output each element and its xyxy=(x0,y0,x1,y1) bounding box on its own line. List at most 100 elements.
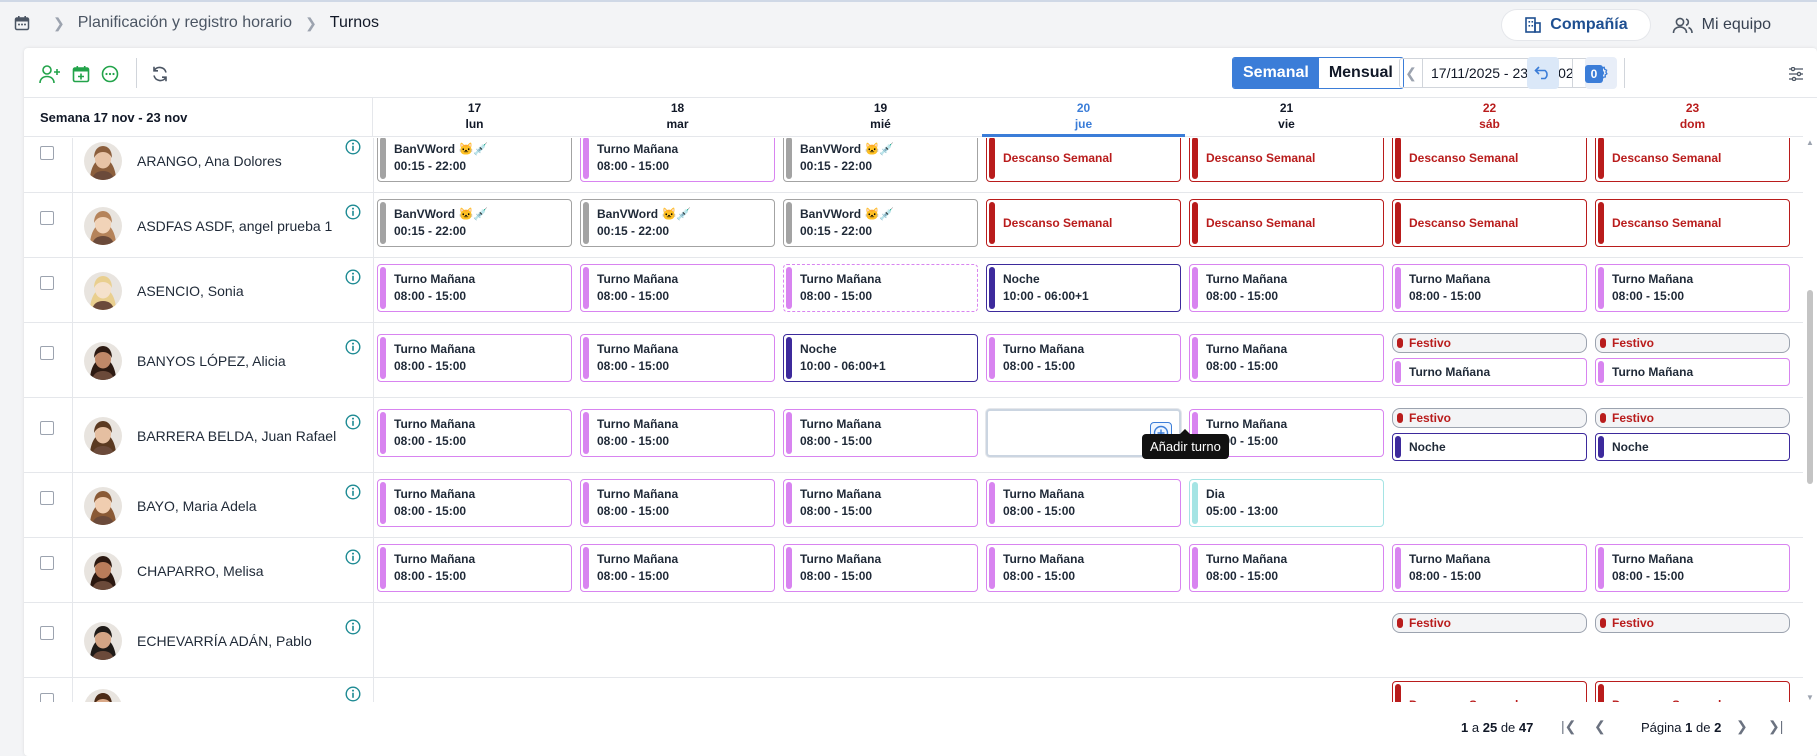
view-monthly-button[interactable]: Mensual xyxy=(1318,58,1403,88)
add-shift-button[interactable] xyxy=(69,62,93,86)
row-checkbox[interactable] xyxy=(40,210,54,225)
shift-manana[interactable]: Turno Mañana 08:00 - 15:00 xyxy=(580,478,775,527)
prev-week-button[interactable]: ❮ xyxy=(1400,59,1422,87)
shift-dia[interactable]: Dia 05:00 - 13:00 xyxy=(1189,478,1384,527)
row-checkbox[interactable] xyxy=(40,490,54,505)
shift-descanso[interactable]: Descanso Semanal xyxy=(1189,138,1384,182)
employee-name[interactable]: ASDFAS ASDF, angel prueba 1 xyxy=(137,218,332,234)
employee-name[interactable]: ENCISO TORRES, Julia xyxy=(137,700,289,702)
shift-banv[interactable]: BanVWord 🐱💉 00:15 - 22:00 xyxy=(377,198,572,247)
shift-festivo[interactable]: Festivo xyxy=(1392,407,1587,428)
employee-name[interactable]: BANYOS LÓPEZ, Alicia xyxy=(137,353,286,369)
shift-festivo[interactable]: Festivo xyxy=(1392,612,1587,633)
scrollbar-thumb[interactable] xyxy=(1807,290,1813,484)
info-icon[interactable] xyxy=(345,268,361,285)
shift-manana[interactable]: Turno Mañana 08:00 - 15:00 xyxy=(580,333,775,382)
shift-manana[interactable]: Turno Mañana 08:00 - 15:00 xyxy=(580,138,775,182)
last-page-button[interactable]: ❯| xyxy=(1768,718,1783,735)
shift-manana[interactable]: Turno Mañana 08:00 - 15:00 xyxy=(377,408,572,457)
day-header-lun[interactable]: 17 lun xyxy=(373,100,576,132)
shift-manana[interactable]: Turno Mañana 08:00 - 15:00 xyxy=(1392,263,1587,312)
shift-descanso[interactable]: Descanso Semanal xyxy=(1392,681,1587,702)
next-page-button[interactable]: ❯ xyxy=(1736,718,1748,735)
shift-festivo[interactable]: Festivo xyxy=(1392,332,1587,353)
shift-manana[interactable]: Turno Mañana 08:00 - 15:00 xyxy=(580,263,775,312)
shift-festivo[interactable]: Festivo xyxy=(1595,612,1790,633)
info-icon[interactable] xyxy=(345,203,361,220)
day-header-sáb[interactable]: 22 sáb xyxy=(1388,100,1591,132)
shift-banv[interactable]: BanVWord 🐱💉 00:15 - 22:00 xyxy=(580,198,775,247)
shift-manana[interactable]: Turno Mañana 08:00 - 15:00 xyxy=(783,263,978,312)
scrollbar[interactable]: ▲ ▼ xyxy=(1805,138,1815,702)
shift-festivo[interactable]: Festivo xyxy=(1595,407,1790,428)
scope-company-button[interactable]: Compañía xyxy=(1502,10,1650,40)
filters-button[interactable] xyxy=(1784,62,1808,86)
info-icon[interactable] xyxy=(345,548,361,565)
view-weekly-button[interactable]: Semanal xyxy=(1233,58,1319,88)
shift-banv[interactable]: BanVWord 🐱💉 00:15 - 22:00 xyxy=(783,198,978,247)
shift-manana[interactable]: Turno Mañana 08:00 - 15:00 xyxy=(1189,333,1384,382)
employee-name[interactable]: BAYO, Maria Adela xyxy=(137,498,257,514)
day-header-mié[interactable]: 19 mié xyxy=(779,100,982,132)
shift-noche[interactable]: Noche 10:00 - 06:00+1 xyxy=(783,333,978,382)
day-header-jue[interactable]: 20 jue xyxy=(982,100,1185,137)
shift-manana[interactable]: Turno Mañana xyxy=(1392,357,1587,386)
add-user-button[interactable] xyxy=(38,62,62,86)
shift-manana[interactable]: Turno Mañana 08:00 - 15:00 xyxy=(580,408,775,457)
shift-descanso[interactable]: Descanso Semanal xyxy=(1595,198,1790,247)
shift-manana[interactable]: Turno Mañana 08:00 - 15:00 xyxy=(377,478,572,527)
shift-manana[interactable]: Turno Mañana 08:00 - 15:00 xyxy=(1595,263,1790,312)
shift-noche[interactable]: Noche xyxy=(1392,432,1587,461)
employee-name[interactable]: ARANGO, Ana Dolores xyxy=(137,153,282,169)
info-icon[interactable] xyxy=(345,413,361,430)
more-options-button[interactable] xyxy=(98,62,122,86)
info-icon[interactable] xyxy=(345,138,361,155)
row-checkbox[interactable] xyxy=(40,345,54,360)
shift-descanso[interactable]: Descanso Semanal xyxy=(986,138,1181,182)
row-checkbox[interactable] xyxy=(40,555,54,570)
shift-noche[interactable]: Noche 10:00 - 06:00+1 xyxy=(986,263,1181,312)
shift-manana[interactable]: Turno Mañana 08:00 - 15:00 xyxy=(1189,263,1384,312)
shift-manana[interactable]: Turno Mañana 08:00 - 15:00 xyxy=(783,408,978,457)
shift-descanso[interactable]: Descanso Semanal xyxy=(1392,138,1587,182)
scope-team-button[interactable]: Mi equipo xyxy=(1650,10,1793,40)
shift-manana[interactable]: Turno Mañana 08:00 - 15:00 xyxy=(783,478,978,527)
shift-manana[interactable]: Turno Mañana 08:00 - 15:00 xyxy=(986,333,1181,382)
shift-manana[interactable]: Turno Mañana 08:00 - 15:00 xyxy=(1595,543,1790,592)
first-page-button[interactable]: |❮ xyxy=(1561,718,1576,735)
employee-name[interactable]: CHAPARRO, Melisa xyxy=(137,563,264,579)
shift-descanso[interactable]: Descanso Semanal xyxy=(1595,681,1790,702)
prev-page-button[interactable]: ❮ xyxy=(1594,718,1606,735)
shift-festivo[interactable]: Festivo xyxy=(1595,332,1790,353)
shift-manana[interactable]: Turno Mañana 08:00 - 15:00 xyxy=(377,263,572,312)
info-icon[interactable] xyxy=(345,483,361,500)
info-icon[interactable] xyxy=(345,618,361,635)
row-checkbox[interactable] xyxy=(40,625,54,640)
today-button[interactable] xyxy=(1527,57,1559,89)
shift-noche[interactable]: Noche xyxy=(1595,432,1790,461)
shift-manana[interactable]: Turno Mañana 08:00 - 15:00 xyxy=(377,543,572,592)
shift-manana[interactable]: Turno Mañana 08:00 - 15:00 xyxy=(1392,543,1587,592)
shift-manana[interactable]: Turno Mañana 08:00 - 15:00 xyxy=(580,543,775,592)
info-icon[interactable] xyxy=(345,338,361,355)
shift-descanso[interactable]: Descanso Semanal xyxy=(986,198,1181,247)
employee-name[interactable]: ASENCIO, Sonia xyxy=(137,283,244,299)
shift-manana[interactable]: Turno Mañana 08:00 - 15:00 xyxy=(783,543,978,592)
shift-manana[interactable]: Turno Mañana 08:00 - 15:00 xyxy=(986,543,1181,592)
date-range-field[interactable]: 17/11/2025 - 23/11/202 xyxy=(1422,59,1592,87)
shift-manana[interactable]: Turno Mañana xyxy=(1595,357,1790,386)
refresh-button[interactable] xyxy=(148,62,172,86)
shift-descanso[interactable]: Descanso Semanal xyxy=(1189,198,1384,247)
info-icon[interactable] xyxy=(345,686,361,702)
day-header-vie[interactable]: 21 vie xyxy=(1185,100,1388,132)
shift-banv[interactable]: BanVWord 🐱💉 00:15 - 22:00 xyxy=(377,138,572,182)
day-header-mar[interactable]: 18 mar xyxy=(576,100,779,132)
shift-manana[interactable]: Turno Mañana 08:00 - 15:00 xyxy=(377,333,572,382)
row-checkbox[interactable] xyxy=(40,693,54,702)
shift-descanso[interactable]: Descanso Semanal xyxy=(1595,138,1790,182)
breadcrumb-section[interactable]: Planificación y registro horario xyxy=(78,14,292,32)
employee-name[interactable]: ECHEVARRÍA ADÁN, Pablo xyxy=(137,633,312,649)
row-checkbox[interactable] xyxy=(40,145,54,160)
shift-manana[interactable]: Turno Mañana 08:00 - 15:00 xyxy=(1189,543,1384,592)
employee-name[interactable]: BARRERA BELDA, Juan Rafael xyxy=(137,428,336,444)
